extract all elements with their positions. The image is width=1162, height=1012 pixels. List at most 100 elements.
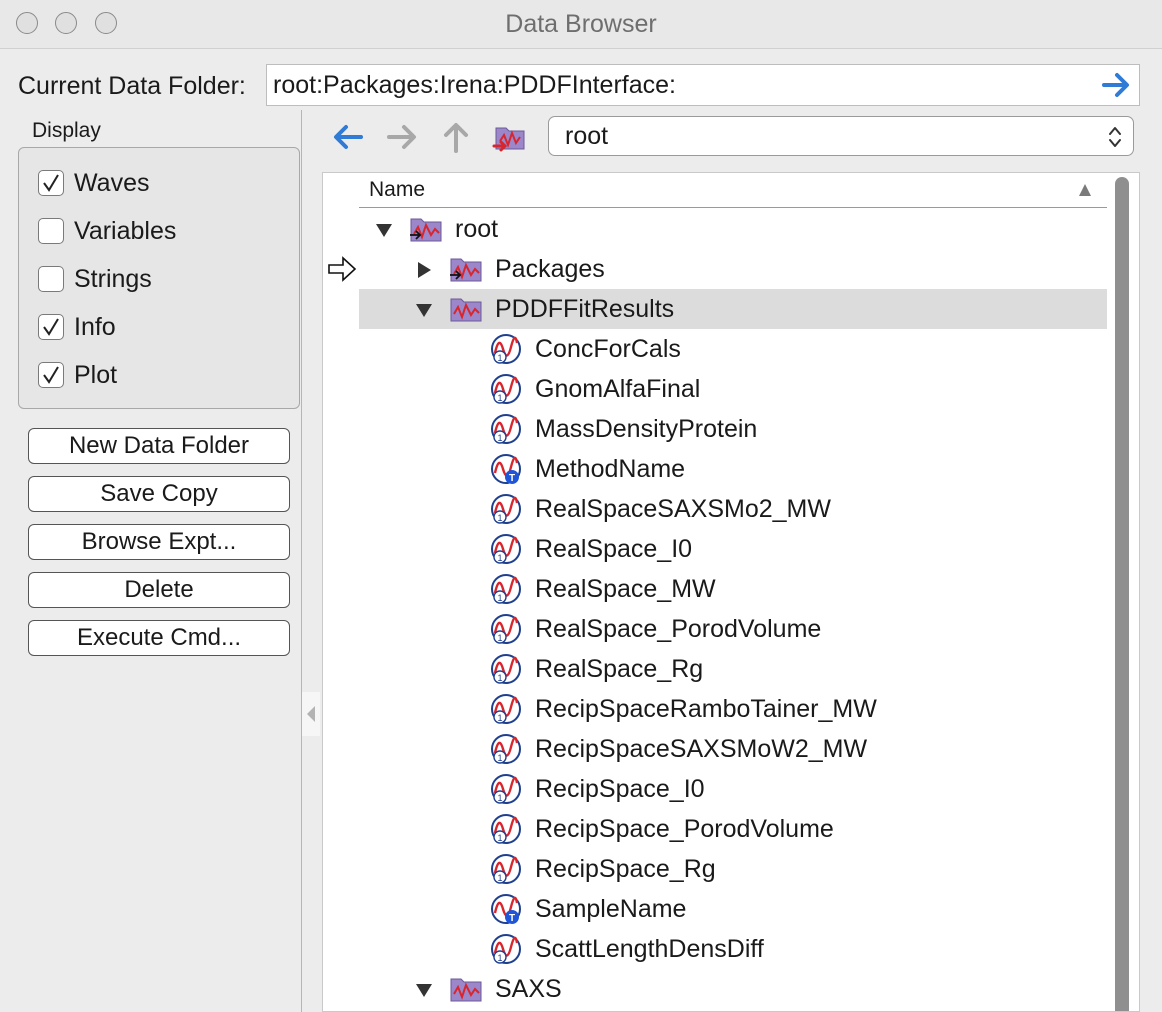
svg-text:T: T [509,913,515,924]
folder-row-saxs[interactable]: SAXS [323,969,1107,1009]
wave-row-recipspace-porodvolume[interactable]: 1 RecipSpace_PorodVolume [323,809,1107,849]
variables-checkbox-label: Variables [74,216,177,245]
data-tree[interactable]: Name root Packages PDDFFitResults 1 ConcForC… [322,172,1140,1012]
plot-checkbox-label: Plot [74,360,118,389]
svg-text:1: 1 [497,953,502,963]
folder-row-packages[interactable]: Packages [323,249,1107,289]
svg-text:1: 1 [497,353,502,363]
wave-row-concforcals[interactable]: 1 ConcForCals [323,329,1107,369]
svg-text:1: 1 [497,753,502,763]
current-folder-value: root:Packages:Irena:PDDFInterface: [273,71,676,99]
wave-row-recipspacesaxsmow2-mw[interactable]: 1 RecipSpaceSAXSMoW2_MW [323,729,1107,769]
info-checkbox[interactable] [38,314,64,340]
tree-item-label: root [455,215,499,243]
svg-text:1: 1 [497,553,502,563]
strings-checkbox-row[interactable]: Strings [38,263,152,295]
folder-icon [449,973,483,1008]
wave-row-massdensityprotein[interactable]: 1 MassDensityProtein [323,409,1107,449]
current-folder-pointer-icon [327,255,357,288]
tree-item-label: Packages [495,255,605,283]
split-divider[interactable] [301,110,302,1012]
wave-row-methodname[interactable]: T MethodName [323,449,1107,489]
folder-icon [449,293,483,328]
wave-row-realspacesaxsmo2-mw[interactable]: 1 RealSpaceSAXSMo2_MW [323,489,1107,529]
name-header-label: Name [369,178,426,201]
svg-text:1: 1 [497,793,502,803]
tree-item-label: RecipSpace_Rg [535,855,716,883]
wave-row-scattlengthdensdiff[interactable]: 1 ScattLengthDensDiff [323,929,1107,969]
disclosure-collapsed-icon[interactable] [415,261,433,284]
tree-item-label: SAXS [495,975,562,1003]
back-arrow-icon[interactable] [330,119,366,155]
disclosure-expanded-icon[interactable] [415,301,433,324]
wave-row-gnomalfafinal[interactable]: 1 GnomAlfaFinal [323,369,1107,409]
collapse-triangle-icon [307,706,315,722]
display-label: Display [32,119,101,142]
tree-item-label: ScattLengthDensDiff [535,935,764,963]
svg-text:1: 1 [497,593,502,603]
new-data-folder-button[interactable]: New Data Folder [28,428,290,464]
tree-item-label: RecipSpaceSAXSMoW2_MW [535,735,868,763]
numeric-wave-icon: 1 [489,773,523,810]
tree-item-label: RealSpaceSAXSMo2_MW [535,495,831,523]
waves-checkbox-row[interactable]: Waves [38,167,149,199]
text-wave-icon: T [489,453,523,490]
tree-item-label: SampleName [535,895,687,923]
forward-arrow-icon[interactable] [384,119,420,155]
updown-chevron-icon [1109,127,1121,147]
set-current-folder-icon[interactable] [492,119,528,155]
waves-checkbox[interactable] [38,170,64,196]
parent-folder-arrow-icon[interactable] [438,119,474,155]
variables-checkbox-row[interactable]: Variables [38,215,176,247]
info-checkbox-row[interactable]: Info [38,311,116,343]
folder-icon [449,253,483,288]
browse-expt-button[interactable]: Browse Expt... [28,524,290,560]
checkmark-icon [43,318,59,336]
wave-row-samplename[interactable]: T SampleName [323,889,1107,929]
numeric-wave-icon: 1 [489,693,523,730]
wave-row-recipspace-i0[interactable]: 1 RecipSpace_I0 [323,769,1107,809]
go-arrow-icon[interactable] [1101,69,1133,101]
svg-text:1: 1 [497,513,502,523]
folder-select[interactable]: root [548,116,1134,156]
disclosure-expanded-icon[interactable] [415,981,433,1004]
name-column-header[interactable]: Name [359,173,1107,208]
save-copy-button[interactable]: Save Copy [28,476,290,512]
numeric-wave-icon: 1 [489,733,523,770]
numeric-wave-icon: 1 [489,853,523,890]
folder-select-value: root [565,122,609,150]
wave-row-recipspacerambotainer-mw[interactable]: 1 RecipSpaceRamboTainer_MW [323,689,1107,729]
wave-row-realspace-porodvolume[interactable]: 1 RealSpace_PorodVolume [323,609,1107,649]
wave-row-recipspace-rg[interactable]: 1 RecipSpace_Rg [323,849,1107,889]
current-folder-label: Current Data Folder: [18,72,246,100]
tree-item-label: RealSpace_I0 [535,535,693,563]
current-folder-field[interactable]: root:Packages:Irena:PDDFInterface: [266,64,1140,106]
title-bar: Data Browser [0,0,1162,49]
collapse-panel-handle[interactable] [302,692,320,736]
waves-checkbox-label: Waves [74,168,150,197]
delete-button[interactable]: Delete [28,572,290,608]
svg-text:1: 1 [497,433,502,443]
variables-checkbox[interactable] [38,218,64,244]
numeric-wave-icon: 1 [489,933,523,970]
tree-item-label: RealSpace_PorodVolume [535,615,822,643]
tree-item-label: RealSpace_MW [535,575,716,603]
wave-row-realspace-i0[interactable]: 1 RealSpace_I0 [323,529,1107,569]
plot-checkbox[interactable] [38,362,64,388]
svg-text:T: T [509,473,515,484]
strings-checkbox[interactable] [38,266,64,292]
tree-item-label: ConcForCals [535,335,681,363]
svg-text:1: 1 [497,873,502,883]
svg-text:1: 1 [497,633,502,643]
execute-cmd-button[interactable]: Execute Cmd... [28,620,290,656]
display-options-group: Waves Variables Strings Info Plot [18,147,300,409]
vertical-scrollbar[interactable] [1115,177,1129,1011]
folder-row-root[interactable]: root [323,209,1107,249]
plot-checkbox-row[interactable]: Plot [38,359,117,391]
disclosure-expanded-icon[interactable] [375,221,393,244]
tree-item-label: PDDFFitResults [495,295,675,323]
folder-row-pddffitresults[interactable]: PDDFFitResults [323,289,1107,329]
wave-row-realspace-rg[interactable]: 1 RealSpace_Rg [323,649,1107,689]
numeric-wave-icon: 1 [489,373,523,410]
wave-row-realspace-mw[interactable]: 1 RealSpace_MW [323,569,1107,609]
